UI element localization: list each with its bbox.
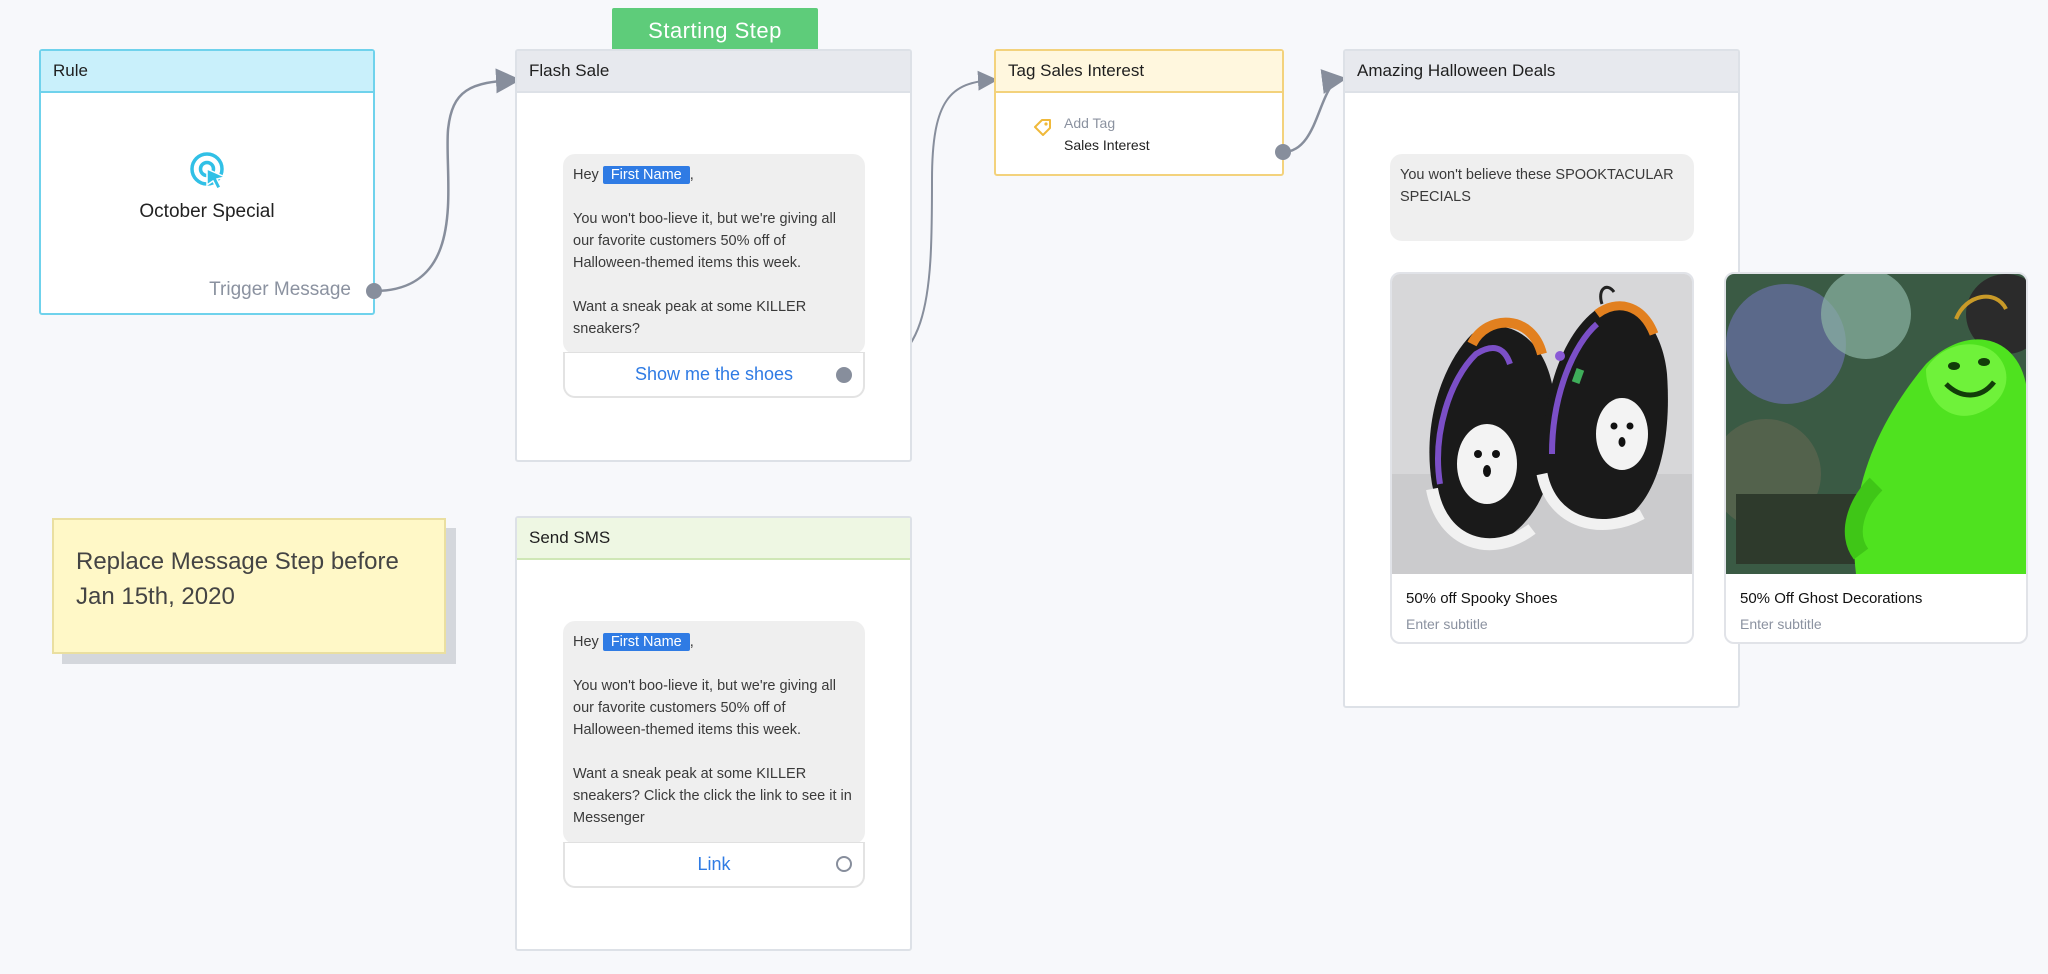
card-shoes-subtitle[interactable]: Enter subtitle: [1406, 616, 1488, 632]
halloween-message-bubble[interactable]: You won't believe these SPOOKTACULAR SPE…: [1390, 154, 1694, 241]
show-shoes-output-port[interactable]: [836, 367, 852, 383]
link-output-port[interactable]: [836, 856, 852, 872]
tag-output-port[interactable]: [1275, 144, 1291, 160]
flash-sale-header-label: Flash Sale: [529, 61, 610, 80]
send-sms-greeting: Hey First Name,: [573, 633, 694, 651]
card-ghost-title: 50% Off Ghost Decorations: [1740, 590, 1923, 607]
send-sms-node-header: Send SMS: [517, 518, 910, 560]
flow-canvas[interactable]: Starting Step Rule October Special Trigg…: [0, 0, 2048, 974]
tag-header-label: Tag Sales Interest: [1008, 61, 1145, 80]
rule-node-header: Rule: [41, 51, 373, 93]
send-sms-message-bubble[interactable]: Hey First Name, You won't boo-lieve it, …: [563, 621, 865, 844]
spooky-shoes-image: [1392, 274, 1692, 574]
card-shoes-title: 50% off Spooky Shoes: [1406, 590, 1558, 607]
card-ghost-subtitle[interactable]: Enter subtitle: [1740, 616, 1822, 632]
link-button[interactable]: Link: [563, 842, 865, 888]
tag-node-header: Tag Sales Interest: [996, 51, 1282, 93]
flash-sale-node-header: Flash Sale: [517, 51, 910, 93]
connector-tag-to-halloween: [1282, 69, 1347, 154]
rule-node[interactable]: Rule October Special Trigger Message: [39, 49, 375, 315]
show-me-the-shoes-button[interactable]: Show me the shoes: [563, 352, 865, 398]
halloween-message-text: You won't believe these SPOOKTACULAR SPE…: [1400, 167, 1674, 205]
sticky-note[interactable]: Replace Message Step before Jan 15th, 20…: [52, 518, 446, 654]
rule-output-port[interactable]: [366, 283, 382, 299]
rule-header-label: Rule: [53, 61, 88, 80]
tag-icon: [1032, 117, 1054, 144]
halloween-node-header: Amazing Halloween Deals: [1345, 51, 1738, 93]
trigger-message-label: Trigger Message: [209, 279, 351, 300]
first-name-chip[interactable]: First Name: [602, 166, 690, 184]
first-name-chip-sms[interactable]: First Name: [602, 633, 690, 651]
tag-sales-interest-node[interactable]: Tag Sales Interest Add Tag Sales Interes…: [994, 49, 1284, 176]
ghost-decorations-image: [1726, 274, 2026, 574]
show-me-the-shoes-label: Show me the shoes: [634, 364, 794, 384]
send-sms-para-1: You won't boo-lieve it, but we're giving…: [573, 678, 836, 738]
flash-sale-greeting: Hey First Name,: [573, 166, 694, 184]
target-pointer-icon: [189, 151, 229, 196]
send-sms-para-2: Want a sneak peak at some KILLER sneaker…: [573, 766, 852, 826]
sticky-note-text: Replace Message Step before Jan 15th, 20…: [76, 548, 399, 610]
flash-sale-message-bubble[interactable]: Hey First Name, You won't boo-lieve it, …: [563, 154, 865, 354]
send-sms-header-label: Send SMS: [529, 528, 611, 547]
rule-title: October Special: [139, 201, 275, 222]
tag-value: Sales Interest: [1064, 137, 1150, 153]
gallery-card-ghost[interactable]: 50% Off Ghost Decorations Enter subtitle: [1724, 272, 2028, 644]
flash-sale-para-2: Want a sneak peak at some KILLER sneaker…: [573, 299, 807, 337]
starting-step-badge: Starting Step: [612, 8, 818, 54]
connector-rule-to-flash-sale: [373, 68, 521, 293]
halloween-header-label: Amazing Halloween Deals: [1357, 61, 1556, 80]
link-button-label: Link: [697, 854, 731, 874]
flash-sale-para-1: You won't boo-lieve it, but we're giving…: [573, 211, 836, 271]
gallery-card-shoes[interactable]: 50% off Spooky Shoes Enter subtitle: [1390, 272, 1694, 644]
add-tag-label: Add Tag: [1064, 115, 1116, 131]
starting-step-label: Starting Step: [648, 18, 782, 43]
